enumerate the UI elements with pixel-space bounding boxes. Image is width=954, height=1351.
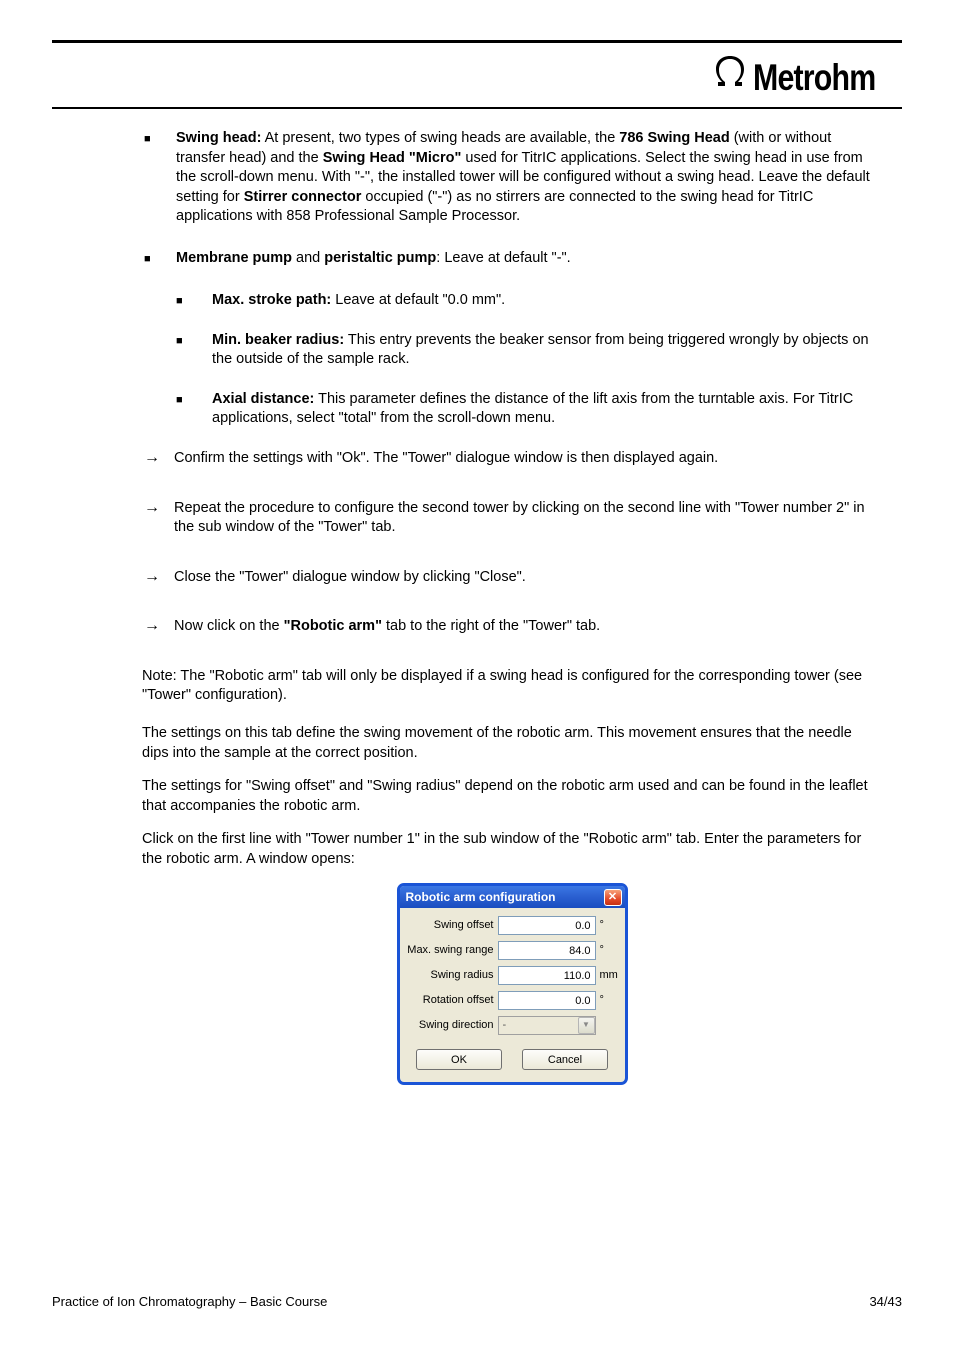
square-bullet-icon: ■	[176, 291, 212, 311]
label: "Robotic arm"	[284, 618, 382, 634]
step-repeat-tower2: → Repeat the procedure to configure the …	[142, 499, 882, 538]
rotation-offset-input[interactable]	[498, 991, 596, 1010]
dialog-body: Swing offset ° Max. swing range ° Swing …	[400, 908, 625, 1082]
footer-right: 34/43	[869, 1293, 902, 1311]
close-button[interactable]: ✕	[604, 889, 622, 906]
label: Swing Head "Micro"	[323, 150, 462, 166]
page-header: Metrohm	[52, 53, 902, 107]
arrow-right-icon: →	[144, 499, 174, 517]
step-close-tower: → Close the "Tower" dialogue window by c…	[142, 568, 882, 588]
label: 786 Swing Head	[619, 130, 729, 146]
chevron-down-icon: ▼	[578, 1017, 595, 1034]
row-swing-offset: Swing offset °	[406, 916, 619, 935]
ok-button[interactable]: OK	[416, 1049, 502, 1070]
dialog-title: Robotic arm configuration	[406, 889, 556, 905]
step-confirm-ok: → Confirm the settings with "Ok". The "T…	[142, 449, 882, 469]
text: At present, two types of swing heads are…	[261, 130, 619, 146]
cancel-button[interactable]: Cancel	[522, 1049, 608, 1070]
label: Stirrer connector	[244, 189, 362, 205]
note-robotic-arm: Note: The "Robotic arm" tab will only be…	[142, 667, 882, 706]
arrow-right-icon: →	[144, 617, 174, 635]
square-bullet-icon: ■	[142, 249, 176, 269]
page-footer: Practice of Ion Chromatography – Basic C…	[52, 1293, 902, 1311]
field-label: Swing radius	[406, 968, 498, 983]
text: Repeat the procedure to configure the se…	[174, 499, 882, 538]
row-swing-direction: Swing direction - ▼	[406, 1016, 619, 1035]
text: : Leave at default "-".	[436, 250, 570, 266]
max-swing-range-input[interactable]	[498, 941, 596, 960]
label: Axial distance:	[212, 391, 314, 407]
bullet-swing-head: ■ Swing head: At present, two types of s…	[142, 129, 882, 227]
brand-logo: Metrohm	[713, 53, 902, 103]
select-value: -	[503, 1018, 507, 1033]
step-click-robotic-arm: → Now click on the "Robotic arm" tab to …	[142, 617, 882, 637]
dialog-titlebar[interactable]: Robotic arm configuration ✕	[400, 886, 625, 908]
label: Max. stroke path:	[212, 292, 331, 308]
unit: °	[596, 993, 618, 1008]
footer-left: Practice of Ion Chromatography – Basic C…	[52, 1293, 327, 1311]
unit: mm	[596, 968, 618, 983]
square-bullet-icon: ■	[142, 129, 176, 149]
text: Close the "Tower" dialogue window by cli…	[174, 568, 882, 588]
label: Min. beaker radius:	[212, 332, 344, 348]
field-label: Swing direction	[406, 1018, 498, 1033]
robotic-arm-configuration-dialog: Robotic arm configuration ✕ Swing offset…	[397, 883, 628, 1085]
unit: °	[596, 918, 618, 933]
top-rule	[52, 40, 902, 43]
row-swing-radius: Swing radius mm	[406, 966, 619, 985]
arrow-right-icon: →	[144, 449, 174, 467]
square-bullet-icon: ■	[176, 331, 212, 351]
swing-radius-input[interactable]	[498, 966, 596, 985]
unit: °	[596, 943, 618, 958]
arrow-right-icon: →	[144, 568, 174, 586]
paragraph: Click on the first line with "Tower numb…	[142, 830, 882, 869]
brand-word: Metrohm	[753, 53, 875, 103]
field-label: Max. swing range	[406, 943, 498, 958]
sub-bullet-axial: ■ Axial distance: This parameter defines…	[176, 390, 882, 429]
swing-offset-input[interactable]	[498, 916, 596, 935]
sub-bullet-list: ■ Max. stroke path: Leave at default "0.…	[142, 291, 882, 429]
paragraph: The settings for "Swing offset" and "Swi…	[142, 777, 882, 816]
text: tab to the right of the "Tower" tab.	[382, 618, 600, 634]
field-label: Rotation offset	[406, 993, 498, 1008]
paragraph: The settings on this tab define the swin…	[142, 724, 882, 763]
text: and	[292, 250, 324, 266]
omega-icon	[713, 56, 747, 90]
dialog-button-row: OK Cancel	[406, 1041, 619, 1078]
swing-direction-select[interactable]: - ▼	[498, 1016, 596, 1035]
text: Leave at default "0.0 mm".	[331, 292, 505, 308]
label: peristaltic pump	[324, 250, 436, 266]
label: Swing head:	[176, 130, 261, 146]
main-content: ■ Swing head: At present, two types of s…	[52, 129, 902, 1085]
text: Now click on the	[174, 618, 284, 634]
row-max-swing-range: Max. swing range °	[406, 941, 619, 960]
close-icon: ✕	[608, 892, 617, 903]
field-label: Swing offset	[406, 918, 498, 933]
row-rotation-offset: Rotation offset °	[406, 991, 619, 1010]
square-bullet-icon: ■	[176, 390, 212, 410]
sub-bullet-max-stroke: ■ Max. stroke path: Leave at default "0.…	[176, 291, 882, 311]
bullet-pumps: ■ Membrane pump and peristaltic pump: Le…	[142, 249, 882, 269]
header-rule	[52, 107, 902, 109]
text: Confirm the settings with "Ok". The "Tow…	[174, 449, 882, 469]
sub-bullet-min-beaker: ■ Min. beaker radius: This entry prevent…	[176, 331, 882, 370]
label: Membrane pump	[176, 250, 292, 266]
